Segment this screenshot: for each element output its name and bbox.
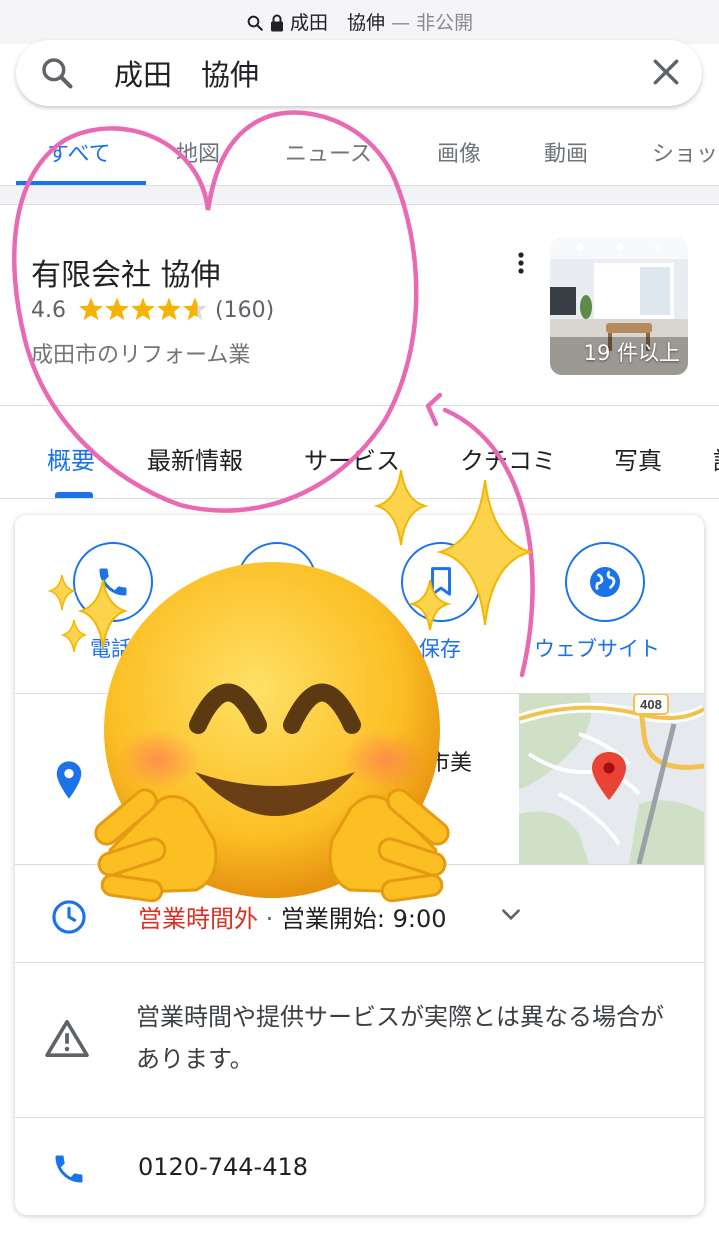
place-tab-overview[interactable]: 概要 — [47, 441, 95, 476]
place-tab-more[interactable]: 詳 — [713, 441, 719, 476]
address-text[interactable]: 市美 — [428, 745, 472, 777]
phone-number[interactable]: 0120-744-418 — [138, 1153, 308, 1181]
url-query[interactable]: 成田 協伸 — [290, 12, 385, 34]
hours-divider — [15, 962, 704, 963]
map-thumbnail[interactable]: 408 — [519, 694, 704, 864]
section-gap — [0, 186, 719, 204]
phone-row-icon — [51, 1151, 87, 1191]
header-divider — [0, 405, 719, 406]
photo-count-label: 19 件以上 — [583, 341, 680, 365]
search-bar[interactable]: 成田 協伸 — [16, 40, 702, 106]
search-icon[interactable] — [38, 54, 76, 96]
route-badge: 408 — [640, 697, 662, 712]
lock-icon — [270, 12, 290, 34]
directions-icon — [262, 567, 292, 597]
clear-search-icon[interactable] — [650, 56, 682, 92]
save-button[interactable] — [401, 542, 481, 622]
tab-maps[interactable]: 地図 — [176, 136, 220, 168]
business-category: 成田市のリフォーム業 — [31, 343, 251, 368]
star-3 — [131, 297, 155, 321]
rating-value: 4.6 — [31, 298, 66, 323]
search-input[interactable]: 成田 協伸 — [114, 52, 259, 94]
star-2 — [105, 297, 129, 321]
website-label[interactable]: ウェブサイト — [534, 633, 660, 663]
location-pin-icon — [55, 760, 83, 804]
tab-news[interactable]: ニュース — [285, 136, 372, 168]
url-separator: — — [391, 12, 411, 34]
address-divider — [15, 864, 704, 865]
save-label[interactable]: 保存 — [419, 633, 461, 663]
tab-images[interactable]: 画像 — [437, 136, 481, 168]
directions-button[interactable] — [237, 542, 317, 622]
hours-opening: 営業開始: 9:00 — [280, 905, 447, 933]
tab-shopping[interactable]: ショッ — [652, 136, 718, 168]
star-rating — [79, 297, 207, 321]
hours-notice: 営業時間や提供サービスが実際とは異なる場合があります。 — [136, 1003, 664, 1073]
search-small-icon — [246, 12, 270, 34]
star-5 — [183, 297, 207, 321]
chevron-down-icon[interactable] — [498, 902, 524, 932]
status-bar: 成田 協伸 — 非公開 — [0, 0, 719, 44]
business-hours[interactable]: 営業時間外 · 営業開始: 9:00 — [138, 899, 447, 934]
business-name[interactable]: 有限会社 協伸 — [31, 250, 221, 294]
globe-icon — [590, 567, 620, 597]
hours-dot: · — [265, 905, 274, 933]
photo-thumbnail[interactable]: 19 件以上 — [550, 237, 688, 375]
place-tabs-divider — [0, 498, 719, 499]
warning-icon — [44, 1018, 90, 1062]
star-4 — [157, 297, 181, 321]
hours-status: 営業時間外 — [138, 905, 258, 933]
review-count[interactable]: (160) — [215, 298, 274, 323]
place-tab-reviews[interactable]: クチコミ — [460, 441, 556, 476]
call-label[interactable]: 電話 — [90, 633, 132, 663]
tab-all[interactable]: すべて — [47, 136, 111, 168]
clock-icon — [50, 898, 88, 940]
tab-videos[interactable]: 動画 — [544, 136, 588, 168]
phone-icon — [99, 568, 127, 596]
place-tab-photos[interactable]: 写真 — [614, 441, 662, 476]
bookmark-icon — [431, 567, 451, 596]
star-1 — [79, 297, 103, 321]
website-button[interactable] — [565, 542, 645, 622]
place-tab-services[interactable]: サービス — [304, 441, 400, 476]
place-tab-updates[interactable]: 最新情報 — [147, 441, 243, 476]
notice-divider — [15, 1117, 704, 1118]
panel-top-divider — [0, 204, 719, 205]
call-button[interactable] — [73, 542, 153, 622]
privacy-mode-label: 非公開 — [416, 12, 474, 34]
more-options-icon[interactable] — [512, 250, 530, 284]
